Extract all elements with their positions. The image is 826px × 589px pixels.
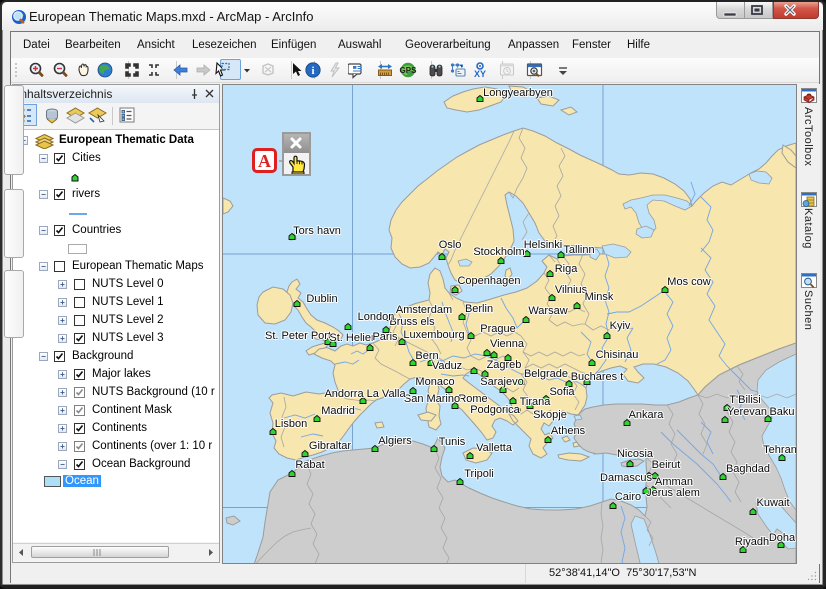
svg-text:Cairo: Cairo bbox=[615, 491, 641, 503]
svg-text:Tehran: Tehran bbox=[763, 444, 796, 456]
svg-text:Riga: Riga bbox=[555, 263, 579, 275]
svg-text:Buchares t: Buchares t bbox=[571, 371, 624, 383]
svg-text:Kyiv: Kyiv bbox=[610, 320, 631, 332]
svg-text:Copenhagen: Copenhagen bbox=[457, 275, 520, 287]
svg-text:St. Peter Port: St. Peter Port bbox=[265, 330, 331, 342]
svg-text:Mos cow: Mos cow bbox=[667, 276, 710, 288]
svg-text:Belgrade: Belgrade bbox=[524, 368, 568, 380]
svg-text:Riyadh: Riyadh bbox=[735, 536, 769, 548]
svg-text:Gibraltar: Gibraltar bbox=[309, 440, 352, 452]
svg-text:Rome: Rome bbox=[458, 393, 487, 405]
svg-text:Baku: Baku bbox=[769, 406, 794, 418]
svg-text:Jerus alem: Jerus alem bbox=[646, 487, 700, 499]
svg-text:Nicosia: Nicosia bbox=[617, 448, 654, 460]
svg-text:Zagreb: Zagreb bbox=[487, 359, 522, 371]
svg-text:San Marino: San Marino bbox=[404, 393, 460, 405]
svg-text:Doha: Doha bbox=[769, 532, 796, 544]
svg-text:Minsk: Minsk bbox=[585, 291, 614, 303]
svg-text:Andorra La Valla: Andorra La Valla bbox=[324, 388, 406, 400]
svg-text:Ankara: Ankara bbox=[629, 409, 665, 421]
svg-text:Baghdad: Baghdad bbox=[726, 463, 770, 475]
svg-text:Luxembourg: Luxembourg bbox=[403, 329, 464, 341]
svg-text:Chisinau: Chisinau bbox=[596, 349, 639, 361]
svg-text:Valletta: Valletta bbox=[476, 442, 513, 454]
svg-text:Sofia: Sofia bbox=[549, 386, 575, 398]
svg-text:XY: XY bbox=[474, 69, 486, 79]
svg-text:Tors havn: Tors havn bbox=[293, 225, 341, 237]
svg-text:Damascus: Damascus bbox=[600, 472, 652, 484]
svg-text:Longyearbyen: Longyearbyen bbox=[483, 87, 553, 99]
svg-text:Kuwait: Kuwait bbox=[756, 497, 789, 509]
svg-text:Skopje: Skopje bbox=[533, 409, 567, 421]
svg-text:T'Bilisi: T'Bilisi bbox=[729, 394, 760, 406]
svg-text:Rabat: Rabat bbox=[295, 459, 324, 471]
svg-text:Helsinki: Helsinki bbox=[524, 239, 563, 251]
svg-text:Algiers: Algiers bbox=[378, 435, 412, 447]
svg-text:Monaco: Monaco bbox=[415, 376, 454, 388]
svg-text:Paris: Paris bbox=[372, 331, 398, 343]
svg-text:Berlin: Berlin bbox=[465, 303, 493, 315]
svg-text:Yerevan: Yerevan bbox=[727, 406, 767, 418]
svg-text:Prague: Prague bbox=[480, 323, 515, 335]
svg-text:Athens: Athens bbox=[551, 425, 586, 437]
svg-text:Warsaw: Warsaw bbox=[528, 305, 567, 317]
svg-text:Beirut: Beirut bbox=[652, 459, 681, 471]
svg-text:St. Helier: St. Helier bbox=[329, 332, 375, 344]
svg-text:Tunis: Tunis bbox=[439, 436, 466, 448]
svg-text:Amsterdam: Amsterdam bbox=[396, 304, 452, 316]
svg-text:Vienna: Vienna bbox=[490, 338, 525, 350]
svg-text:Podgorica: Podgorica bbox=[470, 404, 520, 416]
svg-text:Tallinn: Tallinn bbox=[563, 244, 594, 256]
svg-text:Stockholm: Stockholm bbox=[473, 246, 524, 258]
svg-text:Sarajevo: Sarajevo bbox=[480, 376, 523, 388]
svg-text:Lisbon: Lisbon bbox=[275, 418, 307, 430]
svg-text:Bruss els: Bruss els bbox=[389, 316, 435, 328]
svg-text:Tripoli: Tripoli bbox=[464, 468, 494, 480]
svg-text:Dublin: Dublin bbox=[306, 293, 337, 305]
svg-text:Madrid: Madrid bbox=[321, 405, 355, 417]
svg-text:Vilnius: Vilnius bbox=[555, 284, 588, 296]
svg-text:Vaduz: Vaduz bbox=[432, 360, 462, 372]
svg-text:GPS: GPS bbox=[400, 66, 417, 75]
svg-text:Oslo: Oslo bbox=[439, 239, 462, 251]
svg-text:Tirana: Tirana bbox=[520, 396, 552, 408]
svg-text:London: London bbox=[358, 311, 395, 323]
svg-text:i: i bbox=[311, 65, 314, 77]
